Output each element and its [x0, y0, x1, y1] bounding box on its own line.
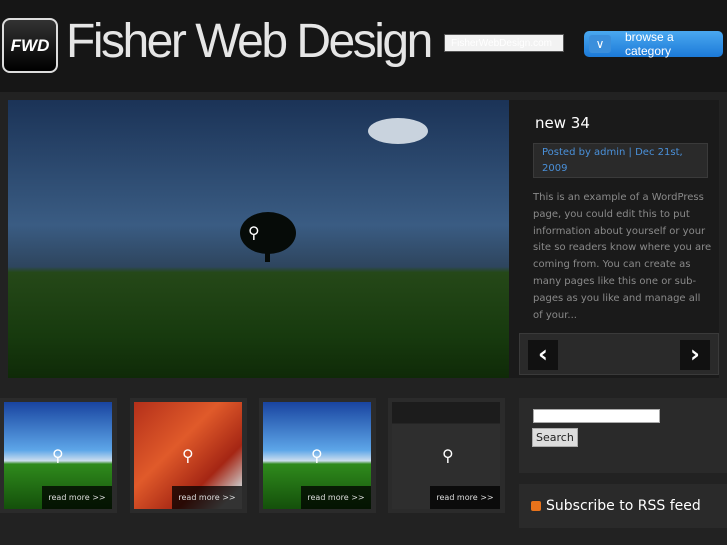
thumbnail-3[interactable]: ⚲ read more >>: [259, 398, 376, 513]
browse-category-button[interactable]: ∨ browse a category: [584, 30, 723, 58]
read-more-link[interactable]: read more >>: [42, 486, 112, 509]
rss-label: Subscribe to RSS feed: [546, 498, 701, 514]
magnifier-icon: ⚲: [52, 446, 64, 465]
browse-category-label: browse a category: [624, 30, 674, 58]
cloud: [368, 118, 428, 144]
chevron-down-icon: ∨: [589, 35, 611, 53]
thumbnail-2[interactable]: ⚲ read more >>: [130, 398, 247, 513]
rss-link[interactable]: Subscribe to RSS feed: [531, 498, 701, 514]
site-logo-text[interactable]: Fisher Web Design: [66, 14, 433, 69]
tree-trunk: [265, 248, 270, 262]
search-widget: Search: [519, 398, 727, 473]
read-more-link[interactable]: read more >>: [172, 486, 242, 509]
thumbnail-1[interactable]: ⚲ read more >>: [0, 398, 117, 513]
magnifier-icon: ⚲: [311, 446, 323, 465]
featured-image[interactable]: ⚲: [8, 100, 509, 378]
site-url-input[interactable]: [444, 34, 564, 52]
post-excerpt: This is an example of a WordPress page, …: [533, 192, 712, 321]
next-arrow-icon[interactable]: ›: [680, 340, 710, 370]
search-button[interactable]: Search: [532, 428, 578, 447]
thumbnail-4[interactable]: ⚲ read more >>: [388, 398, 505, 513]
rss-widget: Subscribe to RSS feed: [519, 484, 727, 528]
slider-nav: ‹ ›: [519, 333, 719, 375]
logo-badge[interactable]: FWD: [2, 18, 58, 73]
read-more-link[interactable]: read more >>: [301, 486, 371, 509]
magnifier-icon: ⚲: [182, 446, 194, 465]
header: FWD Fisher Web Design ∨ browse a categor…: [0, 0, 727, 92]
magnifier-icon: ⚲: [442, 446, 454, 465]
post-meta: Posted by admin | Dec 21st, 2009: [533, 143, 708, 178]
post-title[interactable]: new 34: [535, 114, 590, 132]
rss-icon: [531, 501, 541, 511]
read-more-link[interactable]: read more >>: [430, 486, 500, 509]
prev-arrow-icon[interactable]: ‹: [528, 340, 558, 370]
magnifier-icon: ⚲: [248, 223, 260, 242]
search-input[interactable]: [533, 409, 660, 423]
